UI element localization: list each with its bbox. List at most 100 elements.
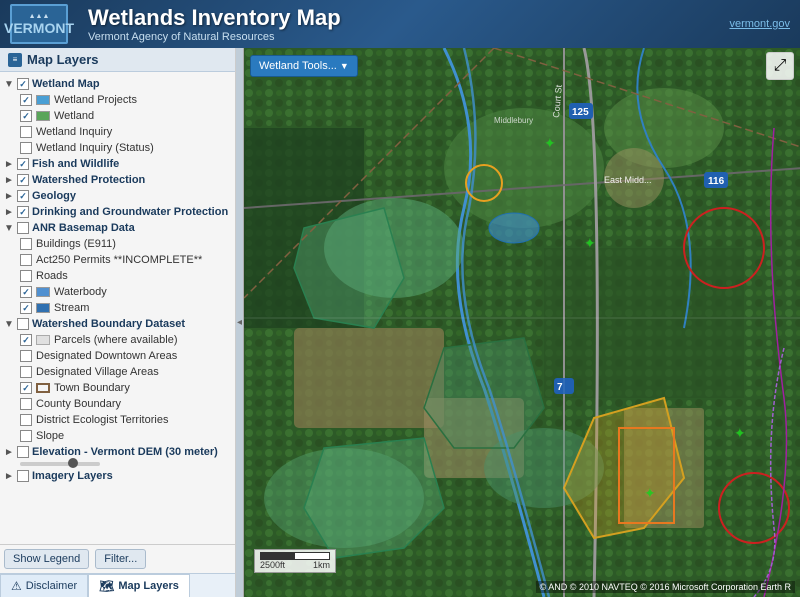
tab-map-layers[interactable]: 🗺 Map Layers (88, 574, 190, 597)
layer-checkbox-roads[interactable] (20, 270, 32, 282)
elevation-slider-track[interactable] (20, 462, 100, 466)
layer-items-watershed-boundary: Parcels (where available) Designated Dow… (0, 332, 235, 444)
list-item[interactable]: District Ecologist Territories (16, 412, 235, 428)
header: ▲▲▲ VERMONT Wetlands Inventory Map Vermo… (0, 0, 800, 48)
group-checkbox-geology[interactable] (17, 190, 29, 202)
list-item[interactable]: County Boundary (16, 396, 235, 412)
layer-label-stream: Stream (54, 302, 89, 314)
layer-group-header-elevation[interactable]: ► Elevation - Vermont DEM (30 meter) (0, 444, 235, 460)
list-item[interactable]: Buildings (E911) (16, 236, 235, 252)
layer-group-label-fish-wildlife: Fish and Wildlife (32, 158, 119, 170)
list-item[interactable]: Roads (16, 268, 235, 284)
page-title: Wetlands Inventory Map (88, 5, 341, 31)
wetland-tools-label: Wetland Tools... (259, 60, 337, 72)
layer-swatch-wetland (36, 111, 50, 121)
list-item[interactable]: Wetland Projects (16, 92, 235, 108)
layer-checkbox-downtown[interactable] (20, 350, 32, 362)
sidebar-resize-handle[interactable]: ◂ (236, 48, 244, 597)
list-item[interactable]: Act250 Permits **INCOMPLETE** (16, 252, 235, 268)
dropdown-arrow-icon: ▼ (340, 61, 349, 71)
layer-label-downtown: Designated Downtown Areas (36, 350, 177, 362)
layer-items-anr-basemap: Buildings (E911) Act250 Permits **INCOMP… (0, 236, 235, 316)
layer-checkbox-wetland[interactable] (20, 110, 32, 122)
list-item[interactable]: Designated Downtown Areas (16, 348, 235, 364)
svg-text:✦: ✦ (644, 485, 656, 501)
layer-group-header-geology[interactable]: ► Geology (0, 188, 235, 204)
group-checkbox-drinking-groundwater[interactable] (17, 206, 29, 218)
layer-group-header-watershed-protection[interactable]: ► Watershed Protection (0, 172, 235, 188)
list-item[interactable]: Designated Village Areas (16, 364, 235, 380)
scale-ruler (260, 552, 330, 560)
show-legend-button[interactable]: Show Legend (4, 549, 89, 569)
layer-label-buildings: Buildings (E911) (36, 238, 116, 250)
group-checkbox-elevation[interactable] (17, 446, 29, 458)
layer-group-watershed-protection: ► Watershed Protection (0, 172, 235, 188)
list-item[interactable]: Wetland (16, 108, 235, 124)
scale-value-1: 2500ft (260, 560, 285, 570)
expand-icon: ▼ (4, 79, 14, 90)
layer-label-wetland-projects: Wetland Projects (54, 94, 137, 106)
layer-group-header-watershed-boundary[interactable]: ▼ Watershed Boundary Dataset (0, 316, 235, 332)
group-checkbox-imagery[interactable] (17, 470, 29, 482)
expand-icon: ► (4, 175, 14, 186)
layer-label-roads: Roads (36, 270, 68, 282)
layer-group-label-wetland-map: Wetland Map (32, 78, 100, 90)
layer-label-wetland-inquiry: Wetland Inquiry (36, 126, 112, 138)
layer-group-header-wetland-map[interactable]: ▼ Wetland Map (0, 76, 235, 92)
group-checkbox-watershed-protection[interactable] (17, 174, 29, 186)
svg-text:116: 116 (708, 176, 725, 187)
map-area[interactable]: Court St Middlebury East Midd... (244, 48, 800, 597)
svg-text:125: 125 (572, 107, 589, 118)
scale-line (260, 552, 330, 560)
group-checkbox-wetland-map[interactable] (17, 78, 29, 90)
layer-group-header-anr-basemap[interactable]: ▼ ANR Basemap Data (0, 220, 235, 236)
group-checkbox-anr-basemap[interactable] (17, 222, 29, 234)
layer-group-header-fish-wildlife[interactable]: ► Fish and Wildlife (0, 156, 235, 172)
layer-checkbox-district-ecologist[interactable] (20, 414, 32, 426)
layer-swatch-waterbody (36, 287, 50, 297)
layer-checkbox-parcels[interactable] (20, 334, 32, 346)
expand-icon: ► (4, 159, 14, 170)
map-fullscreen-button[interactable]: ⤢ (766, 52, 794, 80)
layer-checkbox-buildings[interactable] (20, 238, 32, 250)
elevation-slider-thumb[interactable] (68, 458, 78, 468)
group-checkbox-watershed-boundary[interactable] (17, 318, 29, 330)
gov-link[interactable]: vermont.gov (729, 18, 790, 30)
list-item[interactable]: Parcels (where available) (16, 332, 235, 348)
layer-label-act250: Act250 Permits **INCOMPLETE** (36, 254, 202, 266)
layer-checkbox-village[interactable] (20, 366, 32, 378)
list-item[interactable]: Stream (16, 300, 235, 316)
layers-panel[interactable]: ▼ Wetland Map Wetland Projects Wetland (0, 72, 235, 544)
layer-label-town-boundary: Town Boundary (54, 382, 130, 394)
layer-swatch-parcels (36, 335, 50, 345)
list-item[interactable]: Wetland Inquiry (Status) (16, 140, 235, 156)
layer-group-header-drinking-groundwater[interactable]: ► Drinking and Groundwater Protection (0, 204, 235, 220)
layer-checkbox-wetland-inquiry[interactable] (20, 126, 32, 138)
wetland-tools-button[interactable]: Wetland Tools... ▼ (250, 55, 358, 77)
list-item[interactable]: Waterbody (16, 284, 235, 300)
layer-checkbox-town-boundary[interactable] (20, 382, 32, 394)
svg-text:✦: ✦ (584, 235, 596, 251)
layer-checkbox-stream[interactable] (20, 302, 32, 314)
tab-map-layers-label: Map Layers (118, 580, 179, 592)
layer-checkbox-wetland-inquiry-status[interactable] (20, 142, 32, 154)
layer-group-wetland-map: ▼ Wetland Map Wetland Projects Wetland (0, 76, 235, 156)
title-area: Wetlands Inventory Map Vermont Agency of… (88, 5, 341, 43)
layer-label-waterbody: Waterbody (54, 286, 107, 298)
list-item[interactable]: Wetland Inquiry (16, 124, 235, 140)
disclaimer-icon: ⚠ (11, 579, 22, 593)
layer-label-parcels: Parcels (where available) (54, 334, 178, 346)
filter-button[interactable]: Filter... (95, 549, 146, 569)
layer-label-wetland: Wetland (54, 110, 94, 122)
list-item[interactable]: Slope (16, 428, 235, 444)
layer-checkbox-act250[interactable] (20, 254, 32, 266)
layer-checkbox-slope[interactable] (20, 430, 32, 442)
list-item[interactable]: Town Boundary (16, 380, 235, 396)
group-checkbox-fish-wildlife[interactable] (17, 158, 29, 170)
layer-checkbox-waterbody[interactable] (20, 286, 32, 298)
layer-group-elevation: ► Elevation - Vermont DEM (30 meter) (0, 444, 235, 468)
layer-group-header-imagery[interactable]: ► Imagery Layers (0, 468, 235, 484)
layer-checkbox-county-boundary[interactable] (20, 398, 32, 410)
layer-checkbox-wetland-projects[interactable] (20, 94, 32, 106)
tab-disclaimer[interactable]: ⚠ Disclaimer (0, 574, 88, 597)
